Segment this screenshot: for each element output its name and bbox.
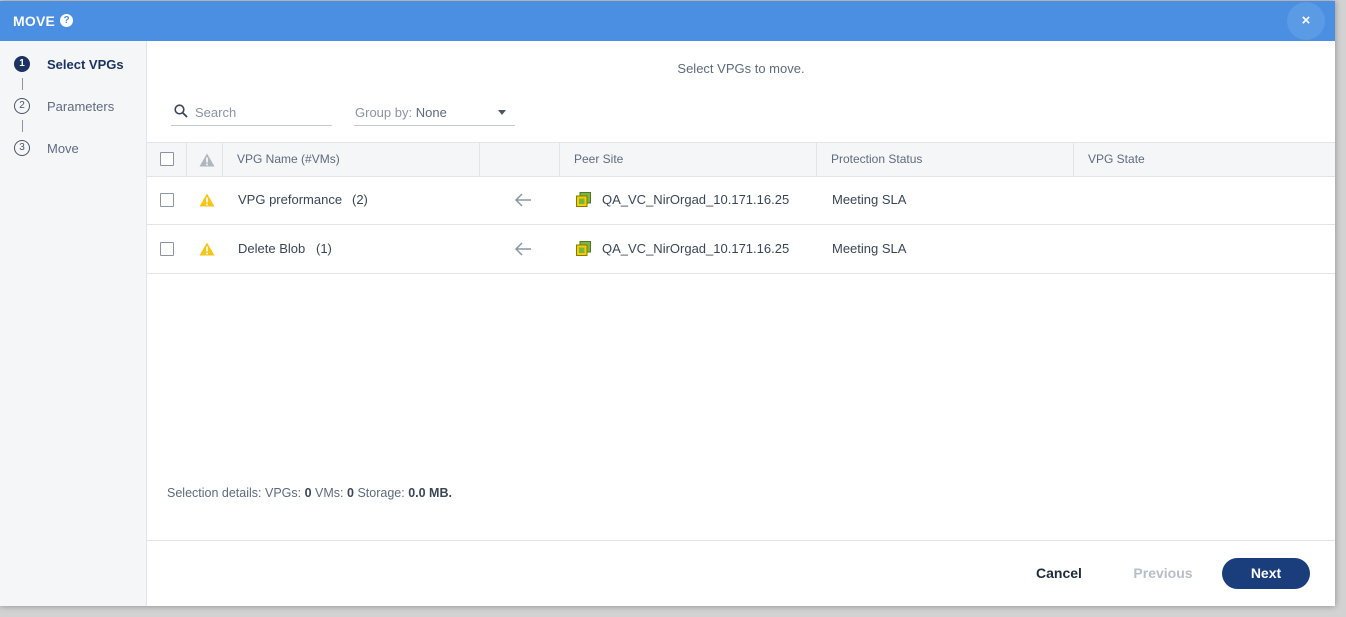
selection-vms-count: 0	[347, 486, 354, 500]
previous-button[interactable]: Previous	[1122, 558, 1204, 588]
search-icon	[174, 104, 188, 118]
selection-storage-value: 0.0 MB.	[408, 486, 452, 500]
search-box[interactable]	[171, 101, 332, 126]
vpg-name: VPG preformance	[238, 192, 343, 207]
column-header-vpg-state[interactable]: VPG State	[1074, 143, 1335, 176]
arrow-left-icon	[514, 193, 531, 207]
group-by-label: Group by: None	[355, 105, 447, 120]
vm-count: (2)	[352, 192, 368, 207]
column-header-protection-status[interactable]: Protection Status	[817, 143, 1074, 176]
select-all-cell	[147, 143, 187, 176]
search-input[interactable]	[193, 101, 332, 123]
step-label: Parameters	[47, 99, 115, 114]
step-caption: Select VPGs to move.	[677, 61, 805, 76]
column-header-vpg-name[interactable]: VPG Name (#VMs)	[223, 143, 480, 176]
selection-details: Selection details: VPGs: 0 VMs: 0 Storag…	[167, 486, 452, 500]
selection-vpgs-label: VPGs:	[265, 486, 302, 500]
wizard-steps: 1 Select VPGs 2 Parameters 3 Move	[0, 41, 147, 606]
group-by-value: None	[415, 105, 447, 120]
step-label: Move	[47, 141, 79, 156]
protection-status: Meeting SLA	[832, 241, 907, 256]
dialog-titlebar: MOVE ? ×	[0, 1, 1335, 41]
protection-status: Meeting SLA	[832, 192, 907, 207]
selection-vms-label: VMs:	[315, 486, 344, 500]
group-by-select[interactable]: Group by: None	[354, 101, 515, 126]
move-dialog: MOVE ? × 1 Select VPGs 2 Parameters 3 Mo…	[0, 1, 1335, 606]
table-row[interactable]: Delete Blob (1) QA_VC_NirOrgad_10.171.16…	[147, 225, 1335, 274]
vpg-name: Delete Blob	[238, 241, 306, 256]
row-checkbox[interactable]	[160, 193, 174, 207]
step-connector	[22, 78, 23, 90]
selection-prefix: Selection details:	[167, 486, 262, 500]
warning-icon	[199, 242, 215, 256]
footer-divider	[147, 540, 1335, 541]
vcenter-site-icon	[576, 192, 591, 207]
peer-site: QA_VC_NirOrgad_10.171.16.25	[602, 241, 790, 256]
row-checkbox[interactable]	[160, 242, 174, 256]
cancel-button[interactable]: Cancel	[1020, 558, 1098, 588]
warning-icon	[199, 153, 215, 167]
alert-column-header	[187, 143, 223, 176]
column-header-peer-site[interactable]: Peer Site	[560, 143, 817, 176]
step-number: 2	[14, 98, 30, 114]
selection-storage-label: Storage:	[357, 486, 405, 500]
column-header-direction	[480, 143, 560, 176]
vm-count: (1)	[316, 241, 332, 256]
next-button[interactable]: Next	[1222, 558, 1310, 589]
table-row[interactable]: VPG preformance (2) QA_VC_NirOrgad_10.17…	[147, 176, 1335, 225]
selection-vpgs-count: 0	[304, 486, 312, 500]
arrow-left-icon	[514, 242, 531, 256]
question-circle-icon[interactable]: ?	[60, 14, 73, 27]
select-all-checkbox[interactable]	[160, 152, 174, 166]
peer-site: QA_VC_NirOrgad_10.171.16.25	[602, 192, 790, 207]
close-button[interactable]: ×	[1287, 2, 1325, 40]
step-number: 3	[14, 140, 30, 156]
chevron-down-icon	[498, 110, 506, 115]
warning-icon	[199, 193, 215, 207]
table-header: VPG Name (#VMs) Peer Site Protection Sta…	[147, 142, 1335, 177]
dialog-title: MOVE	[13, 13, 56, 29]
step-connector	[22, 120, 23, 132]
step-number: 1	[14, 56, 30, 72]
vcenter-site-icon	[576, 241, 591, 256]
step-label: Select VPGs	[47, 57, 124, 72]
